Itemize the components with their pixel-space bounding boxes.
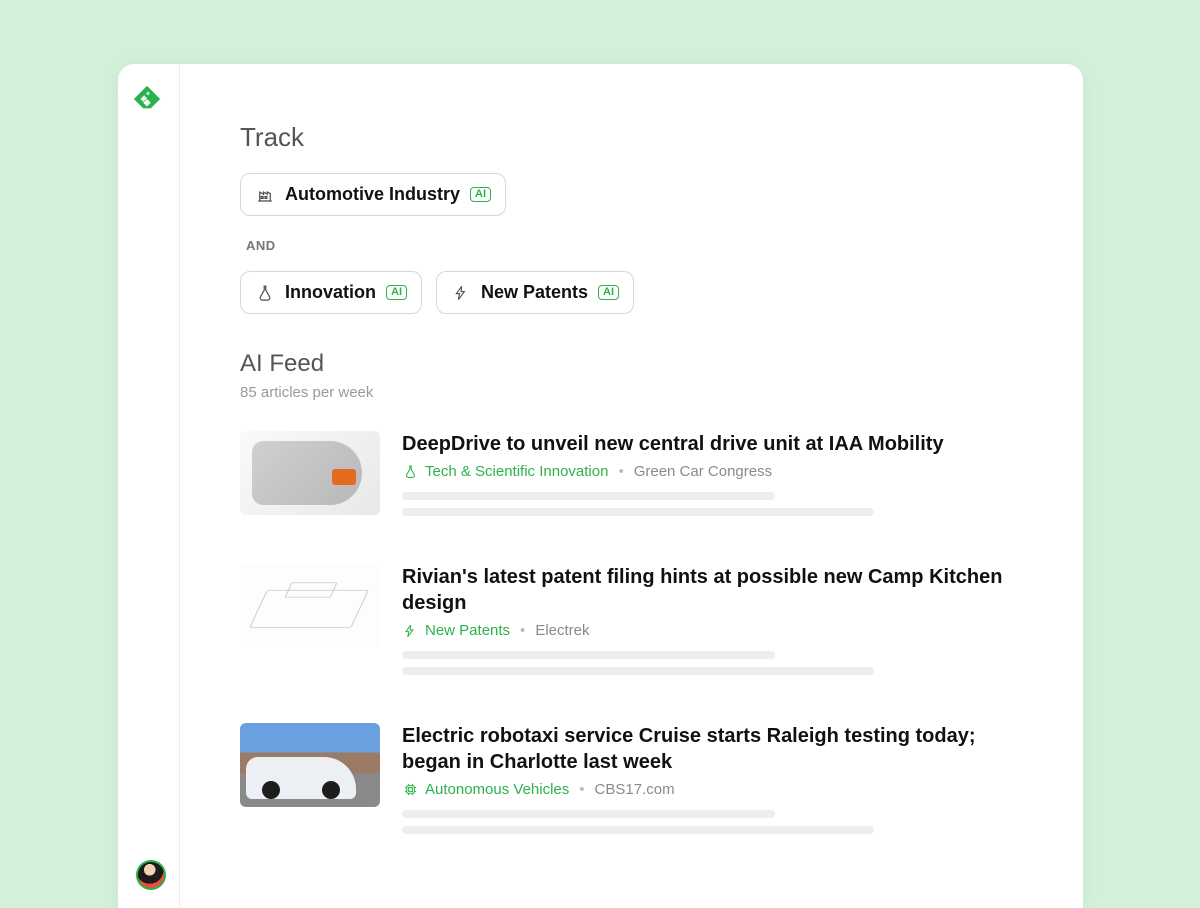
chip-label: New Patents [481, 282, 588, 303]
text-placeholder [402, 826, 874, 834]
bolt-icon [451, 283, 471, 303]
track-chip-automotive[interactable]: Automotive Industry AI [240, 173, 506, 216]
article-meta: Tech & Scientific Innovation • Green Car… [402, 463, 1023, 480]
article-body: Electric robotaxi service Cruise starts … [402, 723, 1023, 842]
article-title: Electric robotaxi service Cruise starts … [402, 723, 1023, 775]
article-source: Electrek [535, 622, 589, 639]
track-chip-innovation[interactable]: Innovation AI [240, 271, 422, 314]
article-item[interactable]: Electric robotaxi service Cruise starts … [240, 723, 1023, 842]
track-chip-patents[interactable]: New Patents AI [436, 271, 634, 314]
chip-icon [402, 782, 418, 798]
and-separator: AND [246, 238, 1023, 253]
factory-icon [255, 185, 275, 205]
chip-label: Innovation [285, 282, 376, 303]
flask-icon [255, 283, 275, 303]
ai-badge: AI [598, 285, 619, 300]
article-body: Rivian's latest patent filing hints at p… [402, 564, 1023, 683]
article-title: Rivian's latest patent filing hints at p… [402, 564, 1023, 616]
feedly-logo-icon[interactable] [132, 84, 162, 114]
main-content: Track Automotive Industry AI AND [180, 64, 1083, 908]
article-tag-label: Autonomous Vehicles [425, 781, 569, 798]
article-meta: New Patents • Electrek [402, 622, 1023, 639]
article-tag-label: Tech & Scientific Innovation [425, 463, 608, 480]
article-thumbnail [240, 564, 380, 648]
and-chip-row: Innovation AI New Patents AI [240, 271, 1023, 314]
article-thumbnail [240, 723, 380, 807]
feed-heading: AI Feed [240, 350, 1023, 378]
text-placeholder [402, 667, 874, 675]
article-body: DeepDrive to unveil new central drive un… [402, 431, 1023, 524]
user-avatar[interactable] [136, 860, 166, 890]
ai-badge: AI [470, 187, 491, 202]
sidebar [118, 64, 180, 908]
text-placeholder [402, 651, 775, 659]
article-title: DeepDrive to unveil new central drive un… [402, 431, 1023, 457]
article-meta: Autonomous Vehicles • CBS17.com [402, 781, 1023, 798]
article-item[interactable]: DeepDrive to unveil new central drive un… [240, 431, 1023, 524]
ai-badge: AI [386, 285, 407, 300]
separator-dot: • [579, 781, 584, 798]
separator-dot: • [520, 622, 525, 639]
text-placeholder [402, 508, 874, 516]
text-placeholder [402, 810, 775, 818]
track-heading: Track [240, 122, 1023, 153]
text-placeholder [402, 492, 775, 500]
chip-label: Automotive Industry [285, 184, 460, 205]
article-source: CBS17.com [595, 781, 675, 798]
article-tag[interactable]: Autonomous Vehicles [402, 781, 569, 798]
track-chip-row: Automotive Industry AI [240, 173, 1023, 216]
article-item[interactable]: Rivian's latest patent filing hints at p… [240, 564, 1023, 683]
article-thumbnail [240, 431, 380, 515]
flask-icon [402, 464, 418, 480]
article-source: Green Car Congress [634, 463, 772, 480]
article-tag[interactable]: Tech & Scientific Innovation [402, 463, 608, 480]
separator-dot: • [618, 463, 623, 480]
article-tag[interactable]: New Patents [402, 622, 510, 639]
feed-subheading: 85 articles per week [240, 384, 1023, 401]
article-tag-label: New Patents [425, 622, 510, 639]
bolt-icon [402, 623, 418, 639]
app-window: Track Automotive Industry AI AND [118, 64, 1083, 908]
